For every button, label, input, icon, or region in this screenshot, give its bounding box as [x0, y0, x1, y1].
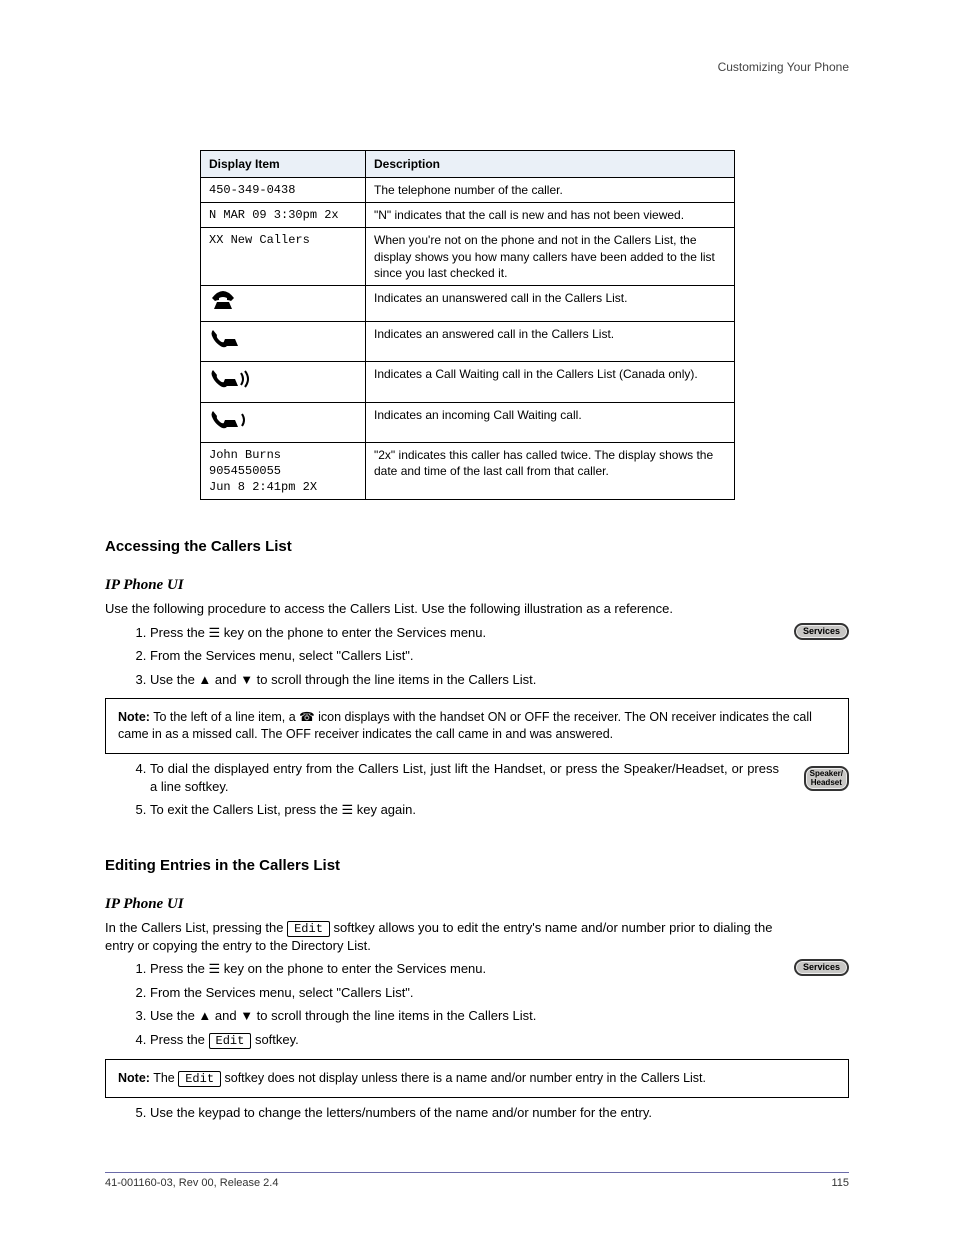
page-footer: 41-001160-03, Rev 00, Release 2.4 115 — [105, 1172, 849, 1189]
step-item: Use the keypad to change the letters/num… — [150, 1104, 849, 1122]
note-label: Note: — [118, 710, 150, 724]
running-header: Customizing Your Phone — [718, 60, 849, 74]
services-key-icon: Services — [794, 959, 849, 976]
section-title: Editing Entries in the Callers List — [105, 857, 849, 874]
table-row: XX New Callers When you're not on the ph… — [201, 228, 735, 286]
cell-line: 9054550055 — [209, 464, 281, 478]
table-display-cell: 450-349-0438 — [201, 178, 366, 203]
step-item: To exit the Callers List, press the ☰ ke… — [150, 801, 849, 819]
phone-offhook-icon — [201, 322, 366, 362]
step-text: To dial the displayed entry from the Cal… — [150, 761, 779, 794]
table-desc-cell: Indicates a Call Waiting call in the Cal… — [366, 362, 735, 402]
cell-line: John Burns — [209, 448, 281, 462]
note-label: Note: — [118, 1071, 150, 1085]
table-header-display: Display Item — [201, 151, 366, 178]
table-desc-cell: "N" indicates that the call is new and h… — [366, 203, 735, 228]
step-item: From the Services menu, select "Callers … — [150, 647, 849, 665]
table-row: Indicates a Call Waiting call in the Cal… — [201, 362, 735, 402]
edit-softkey: Edit — [287, 921, 330, 937]
footer-left: 41-001160-03, Rev 00, Release 2.4 — [105, 1177, 278, 1189]
note-text: To the left of a line item, a ☎ icon dis… — [118, 710, 812, 741]
cell-line: Jun 8 2:41pm 2X — [209, 480, 317, 494]
table-desc-cell: The telephone number of the caller. — [366, 178, 735, 203]
edit-softkey: Edit — [209, 1033, 252, 1049]
step-item: Services Press the ☰ key on the phone to… — [150, 960, 849, 978]
step-text: Press the ☰ key on the phone to enter th… — [150, 961, 486, 976]
table-display-cell: John Burns 9054550055 Jun 8 2:41pm 2X — [201, 442, 366, 500]
note-box: Note: The Edit softkey does not display … — [105, 1059, 849, 1098]
speaker-headset-key-icon: Speaker/Headset — [804, 766, 849, 791]
section-title: Accessing the Callers List — [105, 538, 849, 555]
step-item: Services Press the ☰ key on the phone to… — [150, 624, 849, 642]
table-desc-cell: Indicates an unanswered call in the Call… — [366, 285, 735, 321]
table-row: 450-349-0438 The telephone number of the… — [201, 178, 735, 203]
table-row: N MAR 09 3:30pm 2x "N" indicates that th… — [201, 203, 735, 228]
intro-paragraph: Use the following procedure to access th… — [105, 600, 849, 618]
step-item: From the Services menu, select "Callers … — [150, 984, 849, 1002]
table-display-cell: N MAR 09 3:30pm 2x — [201, 203, 366, 228]
step-item: Press the Edit softkey. — [150, 1031, 849, 1049]
table-row: John Burns 9054550055 Jun 8 2:41pm 2X "2… — [201, 442, 735, 500]
footer-page-number: 115 — [831, 1177, 849, 1189]
phone-onhook-icon — [201, 285, 366, 321]
table-row: Indicates an incoming Call Waiting call. — [201, 402, 735, 442]
ui-subtitle: IP Phone UI — [105, 896, 849, 913]
phone-call-waiting-one-icon — [201, 402, 366, 442]
step-text: Press the ☰ key on the phone to enter th… — [150, 625, 486, 640]
ui-subtitle: IP Phone UI — [105, 577, 849, 594]
table-desc-cell: "2x" indicates this caller has called tw… — [366, 442, 735, 500]
table-desc-cell: Indicates an answered call in the Caller… — [366, 322, 735, 362]
table-row: Indicates an answered call in the Caller… — [201, 322, 735, 362]
table-desc-cell: When you're not on the phone and not in … — [366, 228, 735, 286]
display-table: Display Item Description 450-349-0438 Th… — [200, 150, 735, 500]
table-display-cell: XX New Callers — [201, 228, 366, 286]
step-item: Speaker/Headset To dial the displayed en… — [150, 760, 849, 795]
note-box: Note: To the left of a line item, a ☎ ic… — [105, 698, 849, 754]
intro-paragraph: In the Callers List, pressing the Edit s… — [105, 919, 849, 955]
step-item: Use the ▲ and ▼ to scroll through the li… — [150, 1007, 849, 1025]
edit-softkey: Edit — [178, 1071, 221, 1087]
phone-call-waiting-two-icon — [201, 362, 366, 402]
step-item: Use the ▲ and ▼ to scroll through the li… — [150, 671, 849, 689]
services-key-icon: Services — [794, 623, 849, 640]
table-desc-cell: Indicates an incoming Call Waiting call. — [366, 402, 735, 442]
table-row: Indicates an unanswered call in the Call… — [201, 285, 735, 321]
table-header-desc: Description — [366, 151, 735, 178]
